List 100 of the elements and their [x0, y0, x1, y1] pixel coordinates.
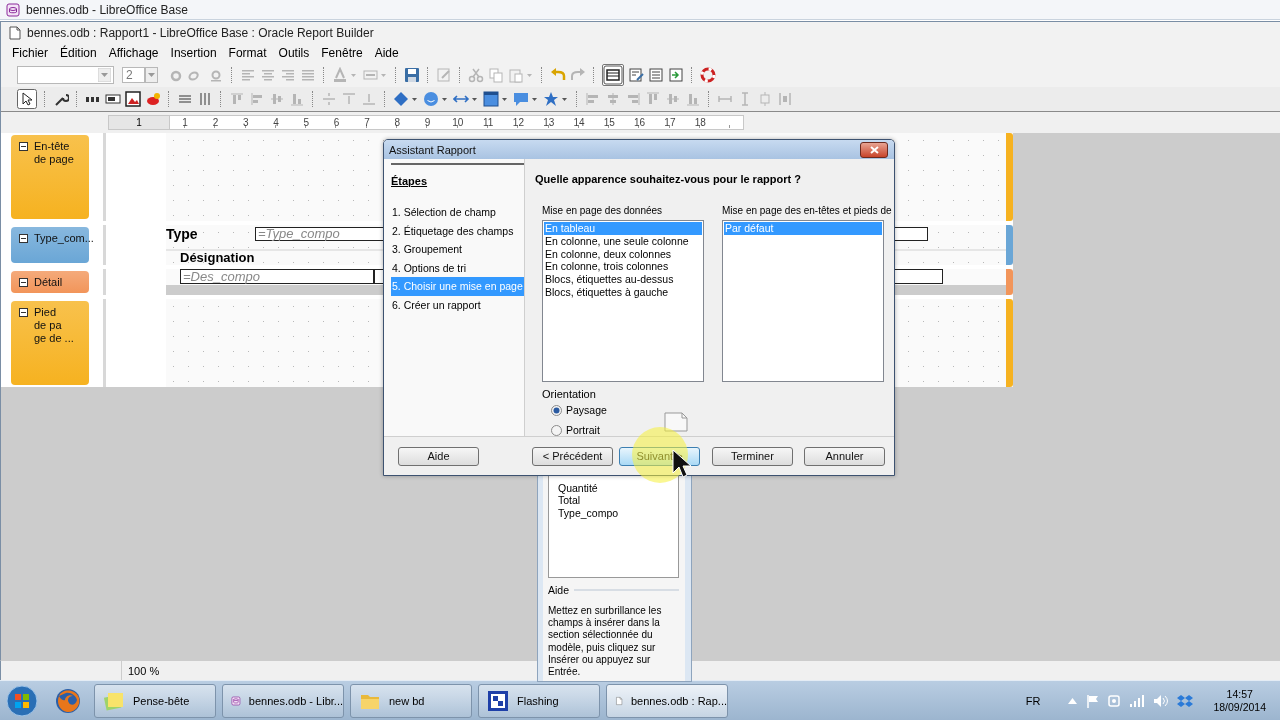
speaker-icon[interactable]: [1153, 693, 1170, 708]
chart-icon[interactable]: [145, 90, 161, 107]
list-item[interactable]: Blocs, étiquettes à gauche: [544, 286, 702, 299]
redo-icon[interactable]: [570, 66, 586, 83]
section-header[interactable]: En-tête de page: [11, 134, 89, 219]
taskbar-button[interactable]: Pense-bête: [94, 683, 216, 718]
dialog-button[interactable]: < Précédent: [532, 446, 613, 466]
align-top-icon[interactable]: [229, 90, 245, 107]
field-item[interactable]: Type_compo: [558, 506, 678, 519]
wizard-step[interactable]: 2. Étiquetage des champs: [391, 221, 515, 240]
column-label: Désignation: [180, 250, 255, 265]
distribute-icon[interactable]: [777, 90, 793, 107]
list-item[interactable]: En colonne, deux colonnes: [544, 247, 702, 261]
align-left-icon[interactable]: [585, 90, 601, 107]
wizard-step[interactable]: 1. Sélection de champ: [391, 203, 497, 222]
network-device-icon[interactable]: [1107, 693, 1122, 708]
dialog-button[interactable]: Terminer: [712, 446, 793, 466]
field-item[interactable]: Quantité: [558, 482, 678, 495]
align-right-icon[interactable]: [625, 90, 641, 107]
font-name-field[interactable]: [17, 65, 114, 84]
collapse-icon[interactable]: [19, 233, 28, 243]
menu-item[interactable]: Insertion: [164, 45, 223, 60]
ruler-number: 1: [136, 116, 142, 128]
font-size-field[interactable]: 2: [122, 66, 145, 83]
dropbox-icon[interactable]: [1177, 693, 1194, 708]
dialog-button[interactable]: Aide: [398, 446, 479, 466]
signal-icon[interactable]: [1129, 693, 1146, 708]
collapse-icon[interactable]: [19, 141, 28, 151]
menu-item[interactable]: Outils: [272, 45, 316, 60]
flowchart-icon[interactable]: [483, 90, 509, 107]
undo-icon[interactable]: [550, 66, 566, 83]
copy-icon[interactable]: [488, 66, 504, 83]
edit-icon[interactable]: [436, 66, 452, 83]
smiley-icon[interactable]: [423, 90, 449, 107]
report-navigator-icon[interactable]: [602, 63, 624, 86]
flag-icon[interactable]: [1085, 693, 1100, 708]
image-icon[interactable]: [125, 90, 141, 107]
page-icon: [663, 412, 688, 432]
align-left-icon[interactable]: [249, 90, 265, 107]
wizard-step[interactable]: 6. Créer un rapport: [391, 295, 482, 314]
align-center-icon[interactable]: [605, 90, 621, 107]
browser-icon[interactable]: [54, 686, 82, 715]
clock[interactable]: 14:57 18/09/2014: [1213, 687, 1266, 714]
resize-icon[interactable]: [757, 90, 773, 107]
window-title: bennes.odb - LibreOffice Base: [26, 2, 188, 17]
properties-icon[interactable]: [628, 66, 644, 83]
menu-item[interactable]: Affichage: [102, 45, 165, 60]
list-item[interactable]: En colonne, une seule colonne: [544, 234, 702, 248]
diamond-icon[interactable]: [393, 90, 419, 107]
section-header[interactable]: Pied de pa ge de ...: [11, 300, 89, 385]
section-heading: Aide: [548, 584, 569, 596]
field-item[interactable]: Total: [558, 494, 678, 507]
dialog-button[interactable]: Annuler: [804, 446, 885, 466]
question-text: Quelle apparence souhaitez-vous pour le rapport ?: [535, 173, 801, 185]
shrink-icon[interactable]: [321, 90, 337, 107]
radio-icon[interactable]: [551, 404, 562, 416]
align-top-icon[interactable]: [645, 90, 661, 107]
collapse-icon[interactable]: [19, 277, 28, 287]
menu-item[interactable]: Fichier: [6, 45, 54, 60]
radio-option[interactable]: Portrait: [551, 420, 607, 440]
collapse-icon[interactable]: [19, 307, 28, 317]
menu-item[interactable]: Format: [222, 45, 273, 60]
wizard-step[interactable]: 4. Options de tri: [391, 258, 468, 277]
callout-icon[interactable]: [513, 90, 539, 107]
show-hidden-icons-icon[interactable]: [1068, 696, 1078, 705]
field-list[interactable]: Quantité Total Type_compo: [548, 475, 679, 578]
taskbar-button[interactable]: Flashing: [478, 683, 600, 718]
radio-icon[interactable]: [551, 424, 562, 436]
radio-option[interactable]: Paysage: [551, 400, 607, 420]
help-icon[interactable]: [700, 66, 716, 83]
ruler-number: 13: [543, 115, 555, 129]
menu-item[interactable]: Aide: [368, 45, 405, 60]
cut-icon[interactable]: [468, 66, 484, 83]
language-indicator[interactable]: FR: [1025, 694, 1041, 707]
sorting-icon[interactable]: [668, 66, 684, 83]
ruler-number: 17: [664, 115, 676, 129]
paste-icon[interactable]: [508, 66, 534, 83]
start-button-icon[interactable]: [6, 684, 38, 717]
layout-list[interactable]: En tableau En colonne, une seule colonne En colonne, deux colonnes En colonne, trois colonnes Blocs, étiquettes au-dessus Blocs, étiquettes à gauche: [542, 220, 704, 382]
list-label: Mise en page des en-têtes et pieds de: [722, 204, 892, 217]
ruler-number: 18: [694, 115, 706, 129]
wizard-step[interactable]: 3. Groupement: [391, 240, 464, 259]
pointer-icon[interactable]: [17, 88, 37, 109]
menu-item[interactable]: Édition: [54, 45, 103, 60]
taskbar-button[interactable]: new bd: [350, 683, 472, 718]
vertical-line-icon[interactable]: [197, 90, 213, 107]
close-icon[interactable]: [869, 145, 879, 154]
top-edge-icon[interactable]: [341, 90, 357, 107]
star-icon[interactable]: [543, 90, 569, 107]
list-item[interactable]: Blocs, étiquettes au-dessus: [544, 273, 702, 286]
close-button[interactable]: [860, 141, 888, 158]
menu-item[interactable]: Fenêtre: [315, 45, 369, 60]
field-list-icon[interactable]: [648, 66, 664, 83]
taskbar-button[interactable]: bennes.odb - Libr...: [222, 683, 344, 718]
section-header[interactable]: Détail: [11, 270, 89, 293]
taskbar-button[interactable]: bennes.odb : Rap...: [606, 683, 728, 718]
list-item[interactable]: En colonne, trois colonnes: [544, 260, 702, 274]
font-color-icon[interactable]: [332, 66, 358, 83]
dropdown-arrow-icon[interactable]: [98, 67, 111, 82]
save-icon[interactable]: [404, 66, 420, 83]
